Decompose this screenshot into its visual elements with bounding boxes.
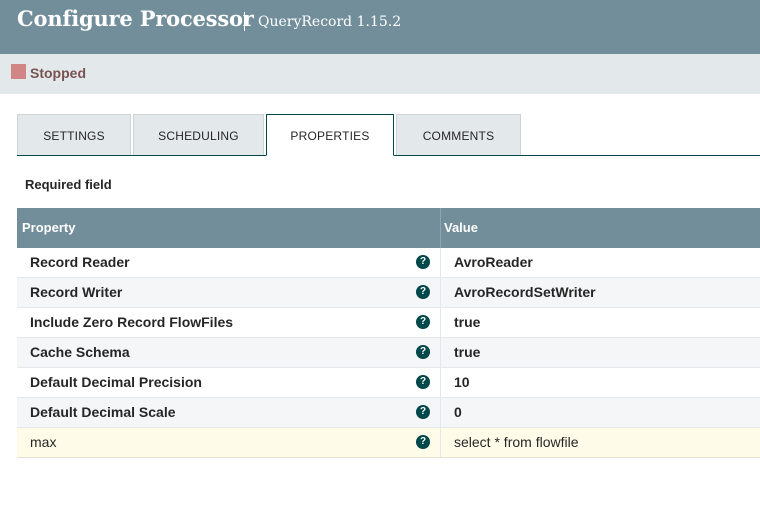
tab-comments[interactable]: COMMENTS — [396, 114, 521, 155]
property-value[interactable]: AvroReader — [454, 254, 533, 270]
table-row[interactable]: Include Zero Record FlowFiles? true — [17, 308, 760, 338]
column-divider[interactable] — [440, 208, 441, 248]
property-value[interactable]: true — [454, 344, 480, 360]
status-label: Stopped — [30, 65, 86, 81]
table-row[interactable]: Default Decimal Precision? 10 — [17, 368, 760, 398]
question-circle-icon[interactable]: ? — [416, 255, 430, 269]
column-divider — [440, 398, 441, 427]
tab-scheduling[interactable]: SCHEDULING — [133, 114, 264, 155]
property-value[interactable]: select * from flowfile — [454, 434, 578, 450]
property-name: Include Zero Record FlowFiles — [30, 314, 234, 330]
column-header-value[interactable]: Value — [444, 220, 478, 235]
column-divider — [440, 308, 441, 337]
property-name: max — [30, 434, 57, 450]
table-row[interactable]: max? select * from flowfile — [17, 428, 760, 458]
column-divider — [440, 428, 441, 457]
table-row[interactable]: Record Reader? AvroReader — [17, 248, 760, 278]
property-value[interactable]: 10 — [454, 374, 470, 390]
table-header: Property Value — [17, 208, 760, 248]
column-divider — [440, 248, 441, 277]
question-circle-icon[interactable]: ? — [416, 405, 430, 419]
property-value[interactable]: AvroRecordSetWriter — [454, 284, 596, 300]
column-divider — [440, 368, 441, 397]
property-name: Default Decimal Precision — [30, 374, 202, 390]
question-circle-icon[interactable]: ? — [416, 375, 430, 389]
tab-properties[interactable]: PROPERTIES — [266, 114, 394, 156]
tab-bar: SETTINGS SCHEDULING PROPERTIES COMMENTS — [17, 114, 760, 156]
column-divider — [440, 278, 441, 307]
tab-settings[interactable]: SETTINGS — [17, 114, 131, 155]
column-divider — [440, 338, 441, 367]
table-body: Record Reader? AvroReader Record Writer? Av… — [17, 248, 760, 458]
property-name: Default Decimal Scale — [30, 404, 176, 420]
property-value[interactable]: 0 — [454, 404, 462, 420]
properties-table: Property Value Record Reader? AvroReader R… — [17, 208, 760, 458]
required-field-label: Required field — [25, 177, 112, 192]
stopped-status-icon — [11, 64, 26, 79]
table-row[interactable]: Default Decimal Scale? 0 — [17, 398, 760, 428]
status-bar: Stopped — [0, 54, 760, 94]
question-circle-icon[interactable]: ? — [416, 315, 430, 329]
table-row[interactable]: Cache Schema? true — [17, 338, 760, 368]
table-row[interactable]: Record Writer? AvroRecordSetWriter — [17, 278, 760, 308]
processor-type-version: QueryRecord 1.15.2 — [258, 14, 402, 30]
property-name: Record Reader — [30, 254, 130, 270]
question-circle-icon[interactable]: ? — [416, 285, 430, 299]
dialog-header: Configure Processor QueryRecord 1.15.2 — [0, 0, 760, 54]
question-circle-icon[interactable]: ? — [416, 345, 430, 359]
property-name: Cache Schema — [30, 344, 130, 360]
header-separator — [244, 12, 245, 31]
question-circle-icon[interactable]: ? — [416, 435, 430, 449]
property-name: Record Writer — [30, 284, 123, 300]
dialog-title: Configure Processor — [17, 6, 254, 31]
column-header-property[interactable]: Property — [22, 220, 75, 235]
property-value[interactable]: true — [454, 314, 480, 330]
